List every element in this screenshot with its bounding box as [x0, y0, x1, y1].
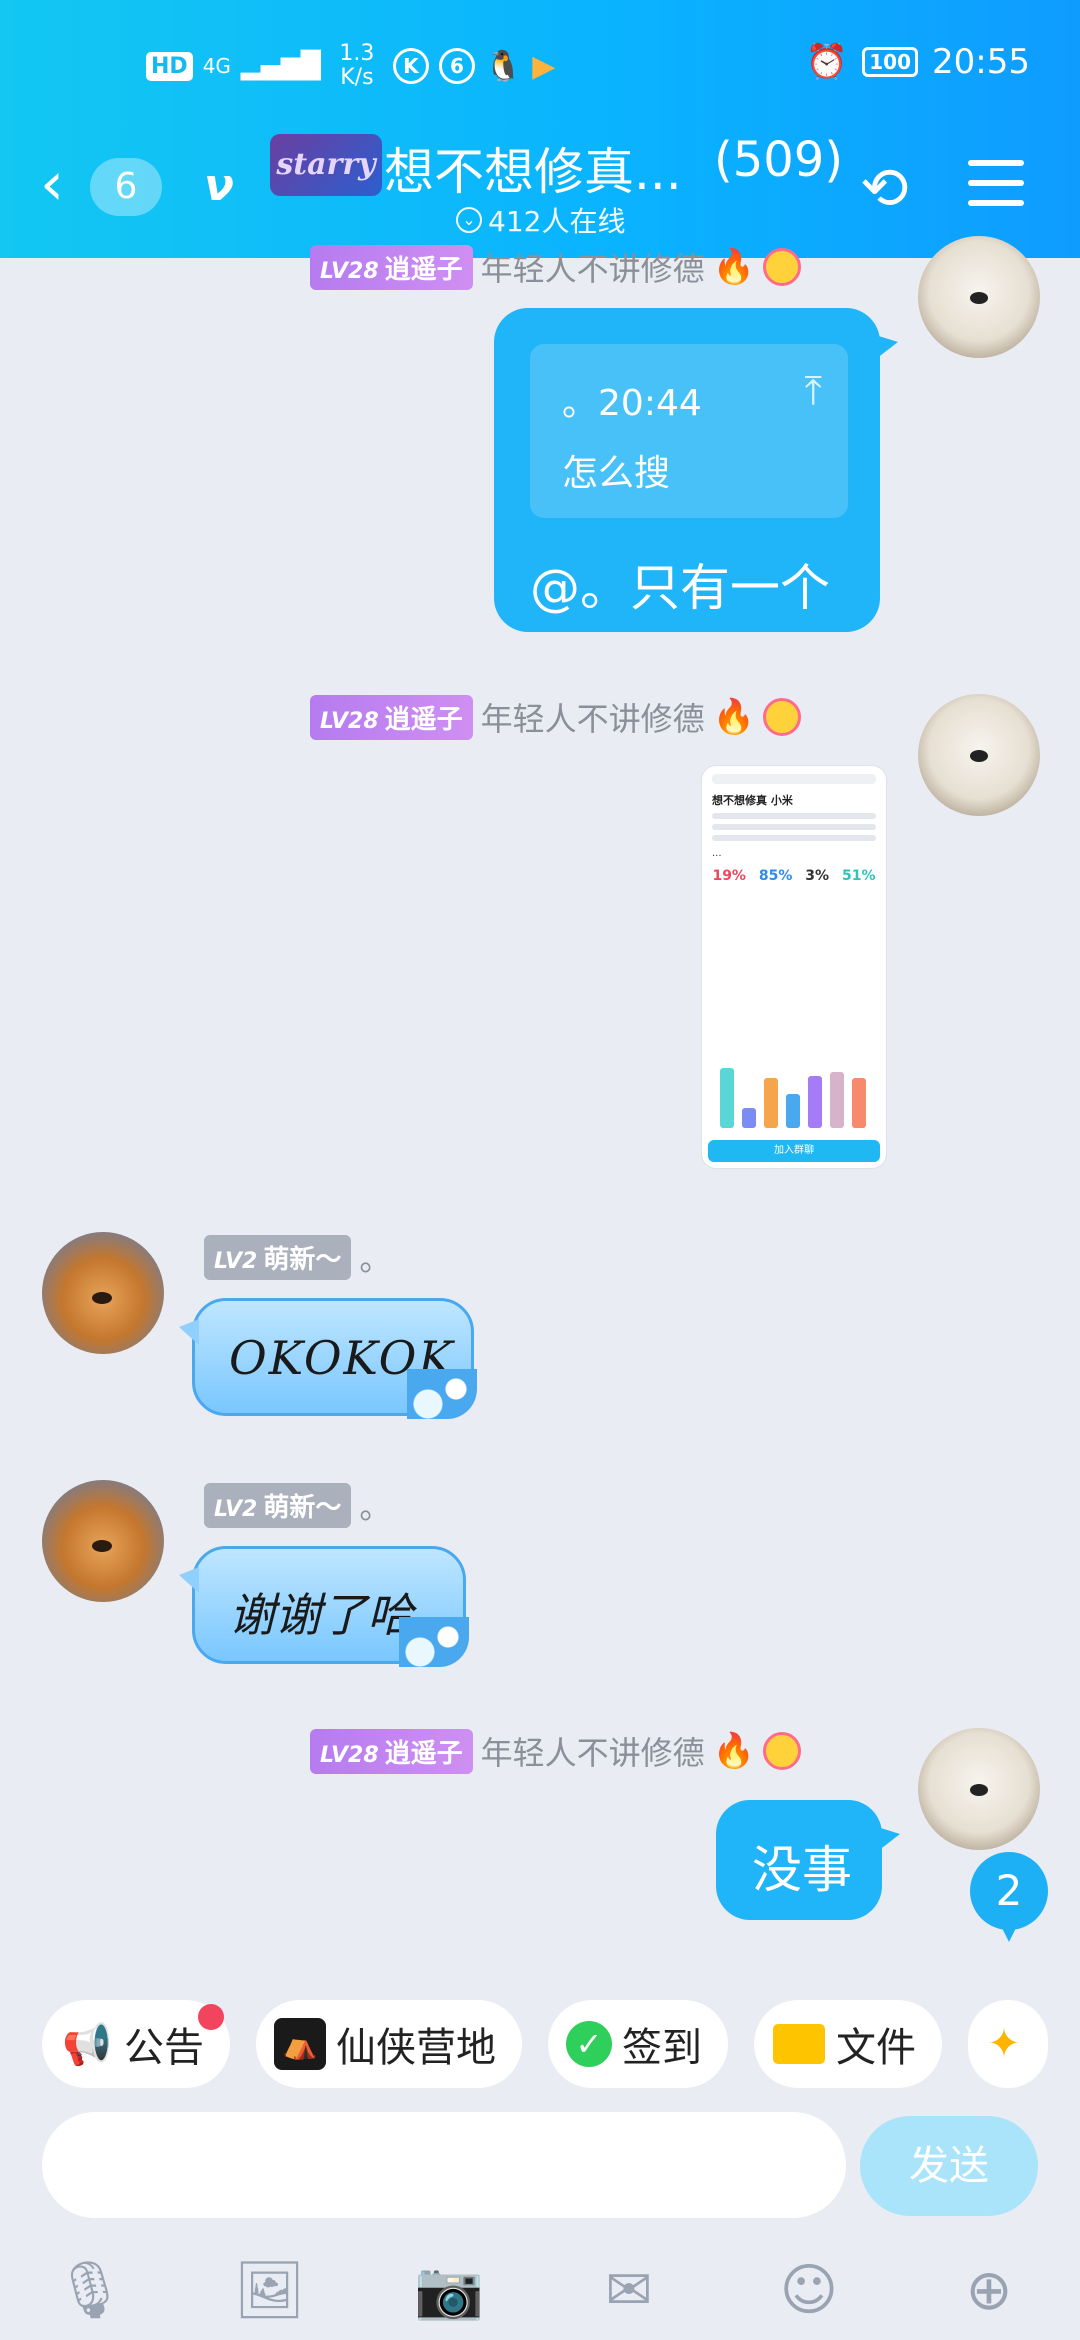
battery-indicator: 100 — [862, 47, 919, 77]
chip-label: 文件 — [836, 2025, 916, 2071]
message-bubble[interactable]: 。20:44 ⤒ 怎么搜 @。只有一个 — [494, 308, 898, 632]
red-packet-icon[interactable]: ✉ — [594, 2256, 664, 2326]
status-time: 20:55 — [932, 42, 1030, 82]
camp-icon: ⛺ — [274, 2018, 326, 2070]
message-text: 没事 — [752, 1841, 852, 1899]
network-type: 4G — [202, 54, 231, 78]
notification-dot — [198, 2004, 224, 2030]
avatar[interactable] — [918, 1728, 1040, 1850]
member-tag: 年轻人不讲修德 — [480, 1734, 705, 1772]
weibo-icon: 6 — [438, 48, 475, 84]
play-app-icon: ▶ — [532, 48, 556, 84]
image-bars — [720, 1058, 866, 1128]
new-message-count[interactable]: 2 — [970, 1852, 1048, 1942]
fire-icon: 🔥 — [712, 247, 756, 287]
quick-action-bar: 📢 公告 ⛺ 仙侠营地 ✓ 签到 文件 ✦ — [42, 2000, 1048, 2088]
sender-info: LV28 逍遥子 年轻人不讲修德 🔥 — [310, 694, 802, 740]
chip-label: 公告 — [124, 2025, 204, 2071]
group-title[interactable]: 想不想修真... — [384, 132, 682, 204]
sender-info: LV28 逍遥子 年轻人不讲修德 🔥 — [310, 1728, 802, 1774]
message-text: @。只有一个 — [530, 559, 830, 617]
message-text: 谢谢了哈 — [229, 1588, 413, 1642]
quoted-message[interactable]: 。20:44 ⤒ 怎么搜 — [530, 344, 848, 518]
menu-icon[interactable] — [968, 160, 1024, 206]
member-tag: 年轻人不讲修德 — [480, 250, 705, 288]
checkin-chip[interactable]: ✓ 签到 — [548, 2000, 728, 2088]
smile-face-icon — [763, 1732, 802, 1770]
camp-chip[interactable]: ⛺ 仙侠营地 — [256, 2000, 522, 2088]
k-app-icon: K — [392, 48, 429, 84]
bottom-toolbar: 🎙 🖼 📷 ✉ ☺ ⊕ — [0, 2240, 1080, 2340]
emoji-icon[interactable]: ☺ — [774, 2256, 844, 2326]
online-text: 412人在线 — [488, 205, 626, 238]
star-icon: ✦ — [987, 2021, 1021, 2067]
wave-decoration — [407, 1369, 477, 1419]
more-chip[interactable]: ✦ — [968, 2000, 1048, 2088]
image-message[interactable]: 想不想修真 小米 ··· 19% 85% 3% 51% 加入群聊 — [702, 766, 886, 1168]
level-badge: LV2 萌新～ — [204, 1234, 352, 1280]
chip-label: 仙侠营地 — [336, 2025, 496, 2071]
wave-decoration — [399, 1617, 469, 1667]
sender-info: LV28 逍遥子 年轻人不讲修德 🔥 — [310, 244, 802, 290]
megaphone-icon: 📢 — [62, 2021, 112, 2068]
chip-label: 签到 — [622, 2025, 702, 2071]
nav-bar: ‹ 6 𝞶 starry 想不想修真... (509) ⌄ 412人在线 ⟲ — [0, 130, 1080, 258]
level-badge: LV28 逍遥子 — [310, 244, 473, 290]
message-bubble[interactable]: OKOKOK — [179, 1298, 477, 1419]
avatar[interactable] — [918, 694, 1040, 816]
sender-info: LV2 萌新～ 。 — [204, 1482, 391, 1528]
avatar[interactable] — [918, 236, 1040, 358]
quote-text: 怎么搜 — [562, 453, 671, 494]
avatar[interactable] — [42, 1232, 164, 1354]
camera-icon[interactable]: 📷 — [414, 2256, 484, 2326]
group-logo: starry — [270, 134, 382, 196]
image-title: 想不想修真 小米 — [712, 794, 793, 807]
chat-header: HD 4G ▂▄▆█ 1.3 K/s K 6 🐧 ▶ ⏰ 100 20:55 ‹… — [0, 0, 1080, 258]
checkin-icon: ✓ — [566, 2021, 612, 2067]
qq-penguin-icon: 🐧 — [484, 48, 523, 84]
chevron-down-icon: ⌄ — [456, 207, 482, 233]
member-tag: 。 — [359, 1240, 392, 1278]
link-icon[interactable]: ⟲ — [860, 154, 909, 222]
status-bar: HD 4G ▂▄▆█ 1.3 K/s K 6 🐧 ▶ ⏰ 100 20:55 — [0, 0, 1080, 130]
level-badge: LV2 萌新～ — [204, 1482, 352, 1528]
image-stats: 19% 85% 3% 51% — [712, 868, 876, 884]
message-bubble[interactable]: 谢谢了哈 — [179, 1546, 469, 1667]
avatar[interactable] — [42, 1480, 164, 1602]
member-tag: 年轻人不讲修德 — [480, 700, 705, 738]
microphone-icon[interactable]: 🎙 — [54, 2256, 125, 2326]
alarm-icon: ⏰ — [805, 42, 849, 82]
fire-icon: 🔥 — [712, 697, 756, 737]
network-speed: 1.3 K/s — [339, 41, 375, 90]
file-chip[interactable]: 文件 — [754, 2000, 942, 2088]
folder-icon — [772, 2017, 826, 2071]
message-bubble[interactable]: 没事 — [716, 1800, 900, 1920]
level-badge: LV28 逍遥子 — [310, 694, 473, 740]
plus-icon[interactable]: ⊕ — [954, 2256, 1024, 2326]
member-tag: 。 — [359, 1488, 392, 1526]
quote-sender: 。20:44 — [562, 383, 702, 424]
message-input[interactable] — [42, 2112, 846, 2218]
back-icon[interactable]: ‹ — [40, 154, 64, 214]
level-badge: LV28 逍遥子 — [310, 1728, 473, 1774]
smile-face-icon — [763, 698, 802, 736]
smile-face-icon — [763, 248, 802, 286]
send-button[interactable]: 发送 — [860, 2116, 1038, 2216]
group-member-count[interactable]: (509) — [714, 132, 843, 188]
image-join-button: 加入群聊 — [708, 1140, 880, 1162]
sender-info: LV2 萌新～ 。 — [204, 1234, 391, 1280]
back-unread-count[interactable]: 6 — [90, 158, 162, 216]
online-status[interactable]: ⌄ 412人在线 — [456, 200, 625, 240]
signal-icon: ▂▄▆█ — [240, 51, 321, 81]
announcement-chip[interactable]: 📢 公告 — [42, 2000, 230, 2088]
image-icon[interactable]: 🖼 — [234, 2256, 305, 2326]
jump-to-top-icon[interactable]: ⤒ — [804, 368, 822, 414]
ear-icon[interactable]: 𝞶 — [204, 160, 234, 211]
hd-indicator: HD — [146, 51, 193, 81]
fire-icon: 🔥 — [712, 1731, 756, 1771]
